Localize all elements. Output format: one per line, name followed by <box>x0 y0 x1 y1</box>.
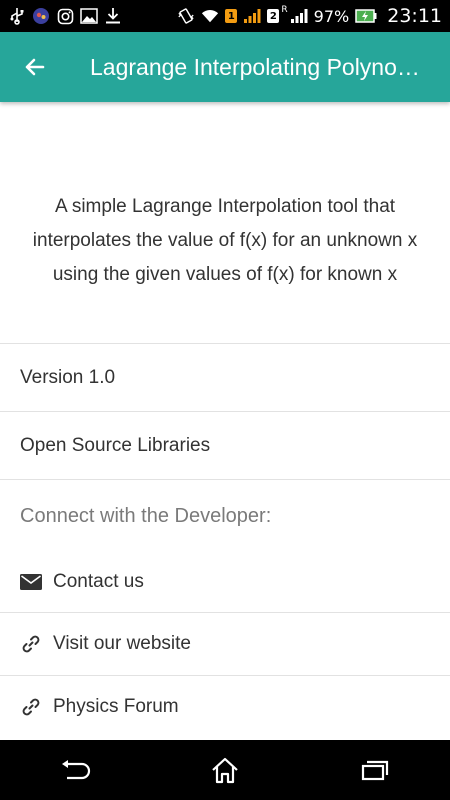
arrow-left-icon <box>23 55 47 79</box>
nav-home-button[interactable] <box>195 745 255 795</box>
sim1-signal-icon <box>243 7 261 25</box>
sim1-badge: 1 <box>225 9 238 23</box>
wifi-icon <box>201 7 219 25</box>
mail-icon <box>20 571 42 593</box>
about-content: A simple Lagrange Interpolation tool tha… <box>0 102 450 738</box>
app-icon <box>32 7 50 25</box>
usb-icon <box>8 7 26 25</box>
app-bar: Lagrange Interpolating Polynomial Calcul… <box>0 32 450 102</box>
nav-recents-button[interactable] <box>345 745 405 795</box>
visit-website-label: Visit our website <box>53 633 191 654</box>
open-source-libraries-row[interactable]: Open Source Libraries <box>0 412 450 479</box>
back-nav-icon <box>58 758 92 782</box>
page-title: Lagrange Interpolating Polynomial Calcul… <box>90 53 420 80</box>
physics-forum-row[interactable]: Physics Forum <box>0 676 450 738</box>
battery-icon <box>355 7 377 25</box>
status-bar-left <box>8 7 122 25</box>
link-icon <box>20 633 42 655</box>
nav-back-button[interactable] <box>45 745 105 795</box>
instagram-icon <box>56 7 74 25</box>
back-button[interactable] <box>0 32 70 102</box>
status-time: 23:11 <box>387 5 442 27</box>
status-bar-right: 1 2 R 97% 23:11 <box>177 5 442 27</box>
download-icon <box>104 7 122 25</box>
sim2-signal-icon <box>290 7 308 25</box>
app-description: A simple Lagrange Interpolation tool tha… <box>32 196 418 285</box>
contact-us-row[interactable]: Contact us <box>0 552 450 612</box>
recents-nav-icon <box>360 758 390 782</box>
link-icon <box>20 696 42 718</box>
roaming-label: R <box>281 5 288 15</box>
sim2-badge: 2 <box>267 9 280 23</box>
version-row[interactable]: Version 1.0 <box>0 344 450 411</box>
home-nav-icon <box>210 756 240 784</box>
status-bar: 1 2 R 97% 23:11 <box>0 0 450 32</box>
physics-forum-label: Physics Forum <box>53 696 179 717</box>
connect-header: Connect with the Developer: <box>20 504 272 527</box>
navigation-bar <box>0 740 450 800</box>
vibrate-icon <box>177 7 195 25</box>
contact-us-label: Contact us <box>53 571 144 592</box>
visit-website-row[interactable]: Visit our website <box>0 613 450 675</box>
battery-percent: 97% <box>313 6 350 26</box>
gallery-icon <box>80 7 98 25</box>
